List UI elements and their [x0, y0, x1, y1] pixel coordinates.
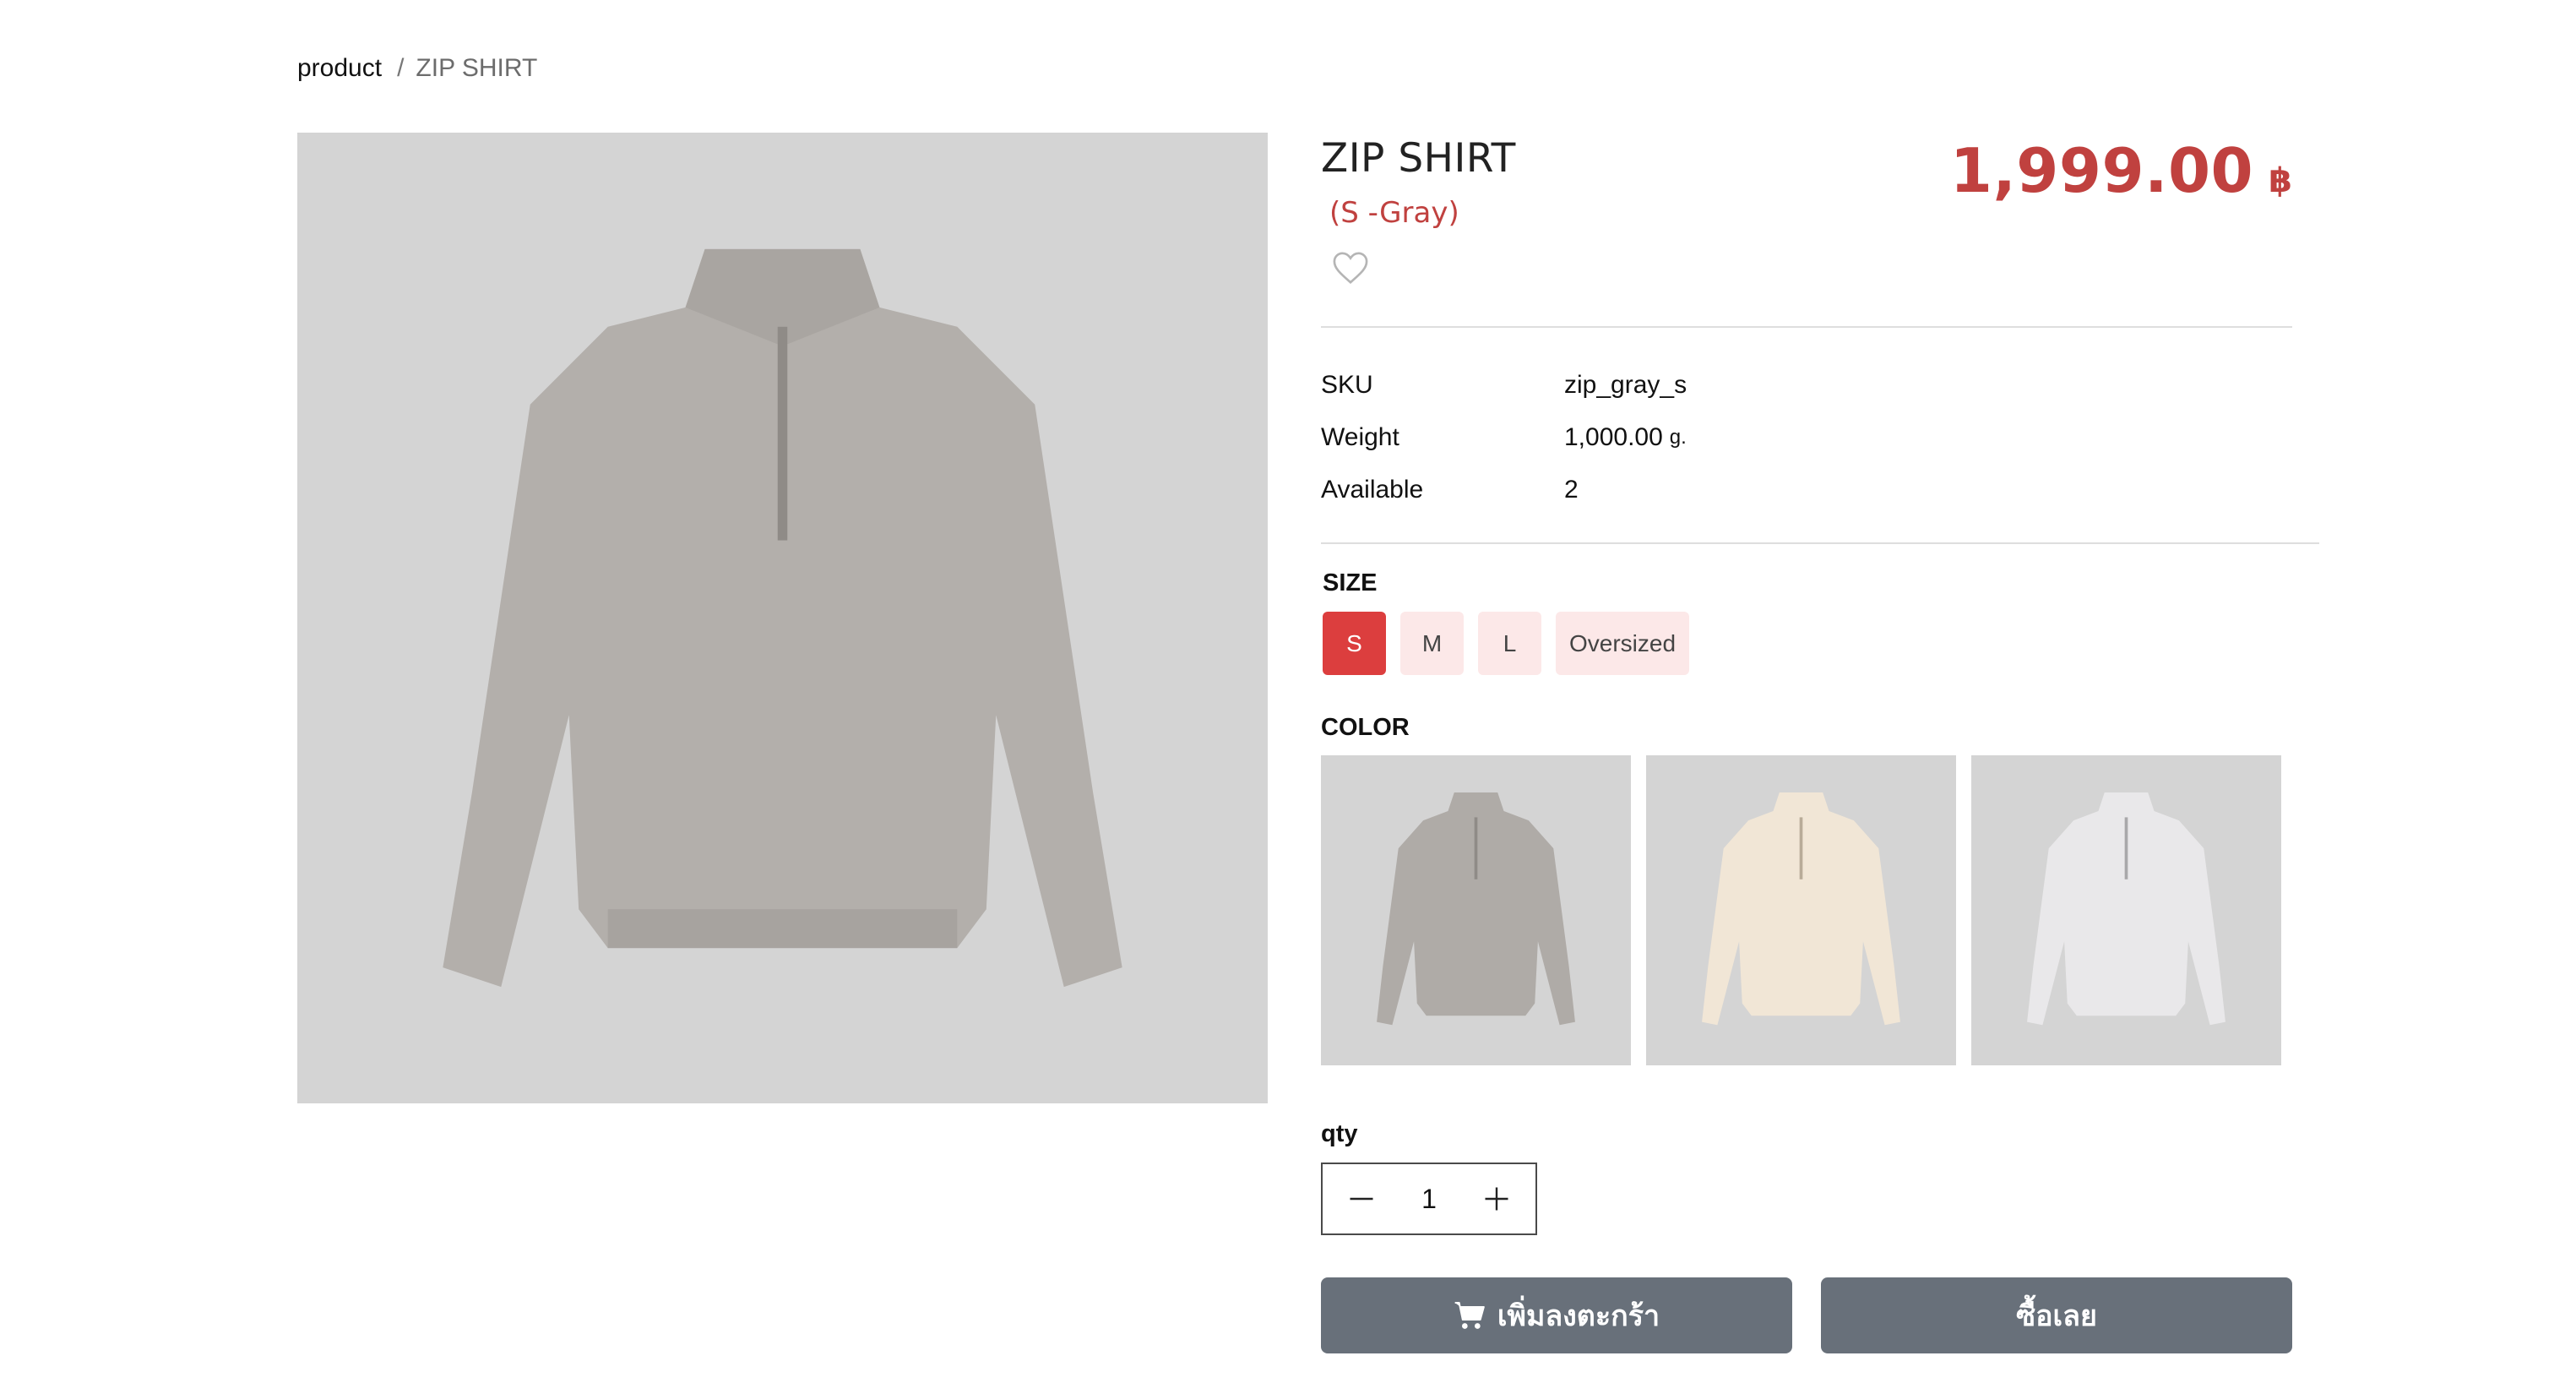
spec-label: Available [1321, 476, 1424, 504]
spec-row-weight: Weight 1,000.00 g. [1321, 411, 1687, 464]
size-option-oversized[interactable]: Oversized [1556, 612, 1690, 675]
size-option-s[interactable]: S [1323, 612, 1386, 675]
color-swatch-gray[interactable] [1321, 755, 1631, 1065]
price-value: 1,999.00 [1949, 135, 2254, 206]
size-options: S M L Oversized [1323, 612, 1690, 675]
heart-outline-icon[interactable] [1331, 250, 1370, 286]
breadcrumb-separator: / [397, 54, 405, 82]
spec-row-sku: SKU zip_gray_s [1321, 359, 1687, 411]
buy-now-button[interactable]: ซื้อเลย [1821, 1277, 2292, 1353]
spec-value: 2 [1564, 476, 1579, 504]
product-main-image [297, 133, 1268, 1103]
product-specs: SKU zip_gray_s Weight 1,000.00 g. Availa… [1321, 359, 1687, 516]
spec-value: 1,000.00 [1564, 423, 1663, 451]
add-to-cart-button[interactable]: เพิ่มลงตะกร้า [1321, 1277, 1792, 1353]
color-options [1321, 755, 2281, 1065]
size-option-m[interactable]: M [1400, 612, 1464, 675]
breadcrumb-link-product[interactable]: product [297, 54, 382, 83]
color-swatch-cream[interactable] [1646, 755, 1956, 1065]
quantity-input[interactable] [1404, 1183, 1454, 1215]
sweatshirt-gray-image [297, 133, 1268, 1103]
breadcrumb: product / ZIP SHIRT [297, 54, 537, 83]
size-label: SIZE [1323, 569, 1378, 596]
product-title: ZIP SHIRT [1321, 135, 1516, 182]
spec-unit: g. [1669, 426, 1687, 449]
qty-label: qty [1321, 1120, 1358, 1147]
spec-row-available: Available 2 [1321, 464, 1687, 516]
spec-value: zip_gray_s [1564, 371, 1687, 399]
price-currency: ฿ [2269, 161, 2292, 200]
add-to-cart-label: เพิ่มลงตะกร้า [1497, 1299, 1660, 1333]
minus-icon[interactable] [1346, 1184, 1377, 1214]
spec-label: SKU [1321, 371, 1373, 399]
size-option-l[interactable]: L [1478, 612, 1541, 675]
color-label: COLOR [1321, 714, 1410, 741]
breadcrumb-current: ZIP SHIRT [416, 54, 538, 82]
divider [1321, 326, 2292, 328]
color-swatch-light-gray[interactable] [1971, 755, 2281, 1065]
quantity-stepper [1321, 1163, 1537, 1235]
product-price: 1,999.00 ฿ [1950, 135, 2292, 206]
product-variant: (S -Gray) [1329, 196, 1459, 230]
cart-icon [1454, 1302, 1485, 1329]
plus-icon[interactable] [1481, 1184, 1512, 1214]
spec-label: Weight [1321, 423, 1399, 451]
divider [1321, 542, 2319, 544]
buy-now-label: ซื้อเลย [2016, 1299, 2097, 1333]
